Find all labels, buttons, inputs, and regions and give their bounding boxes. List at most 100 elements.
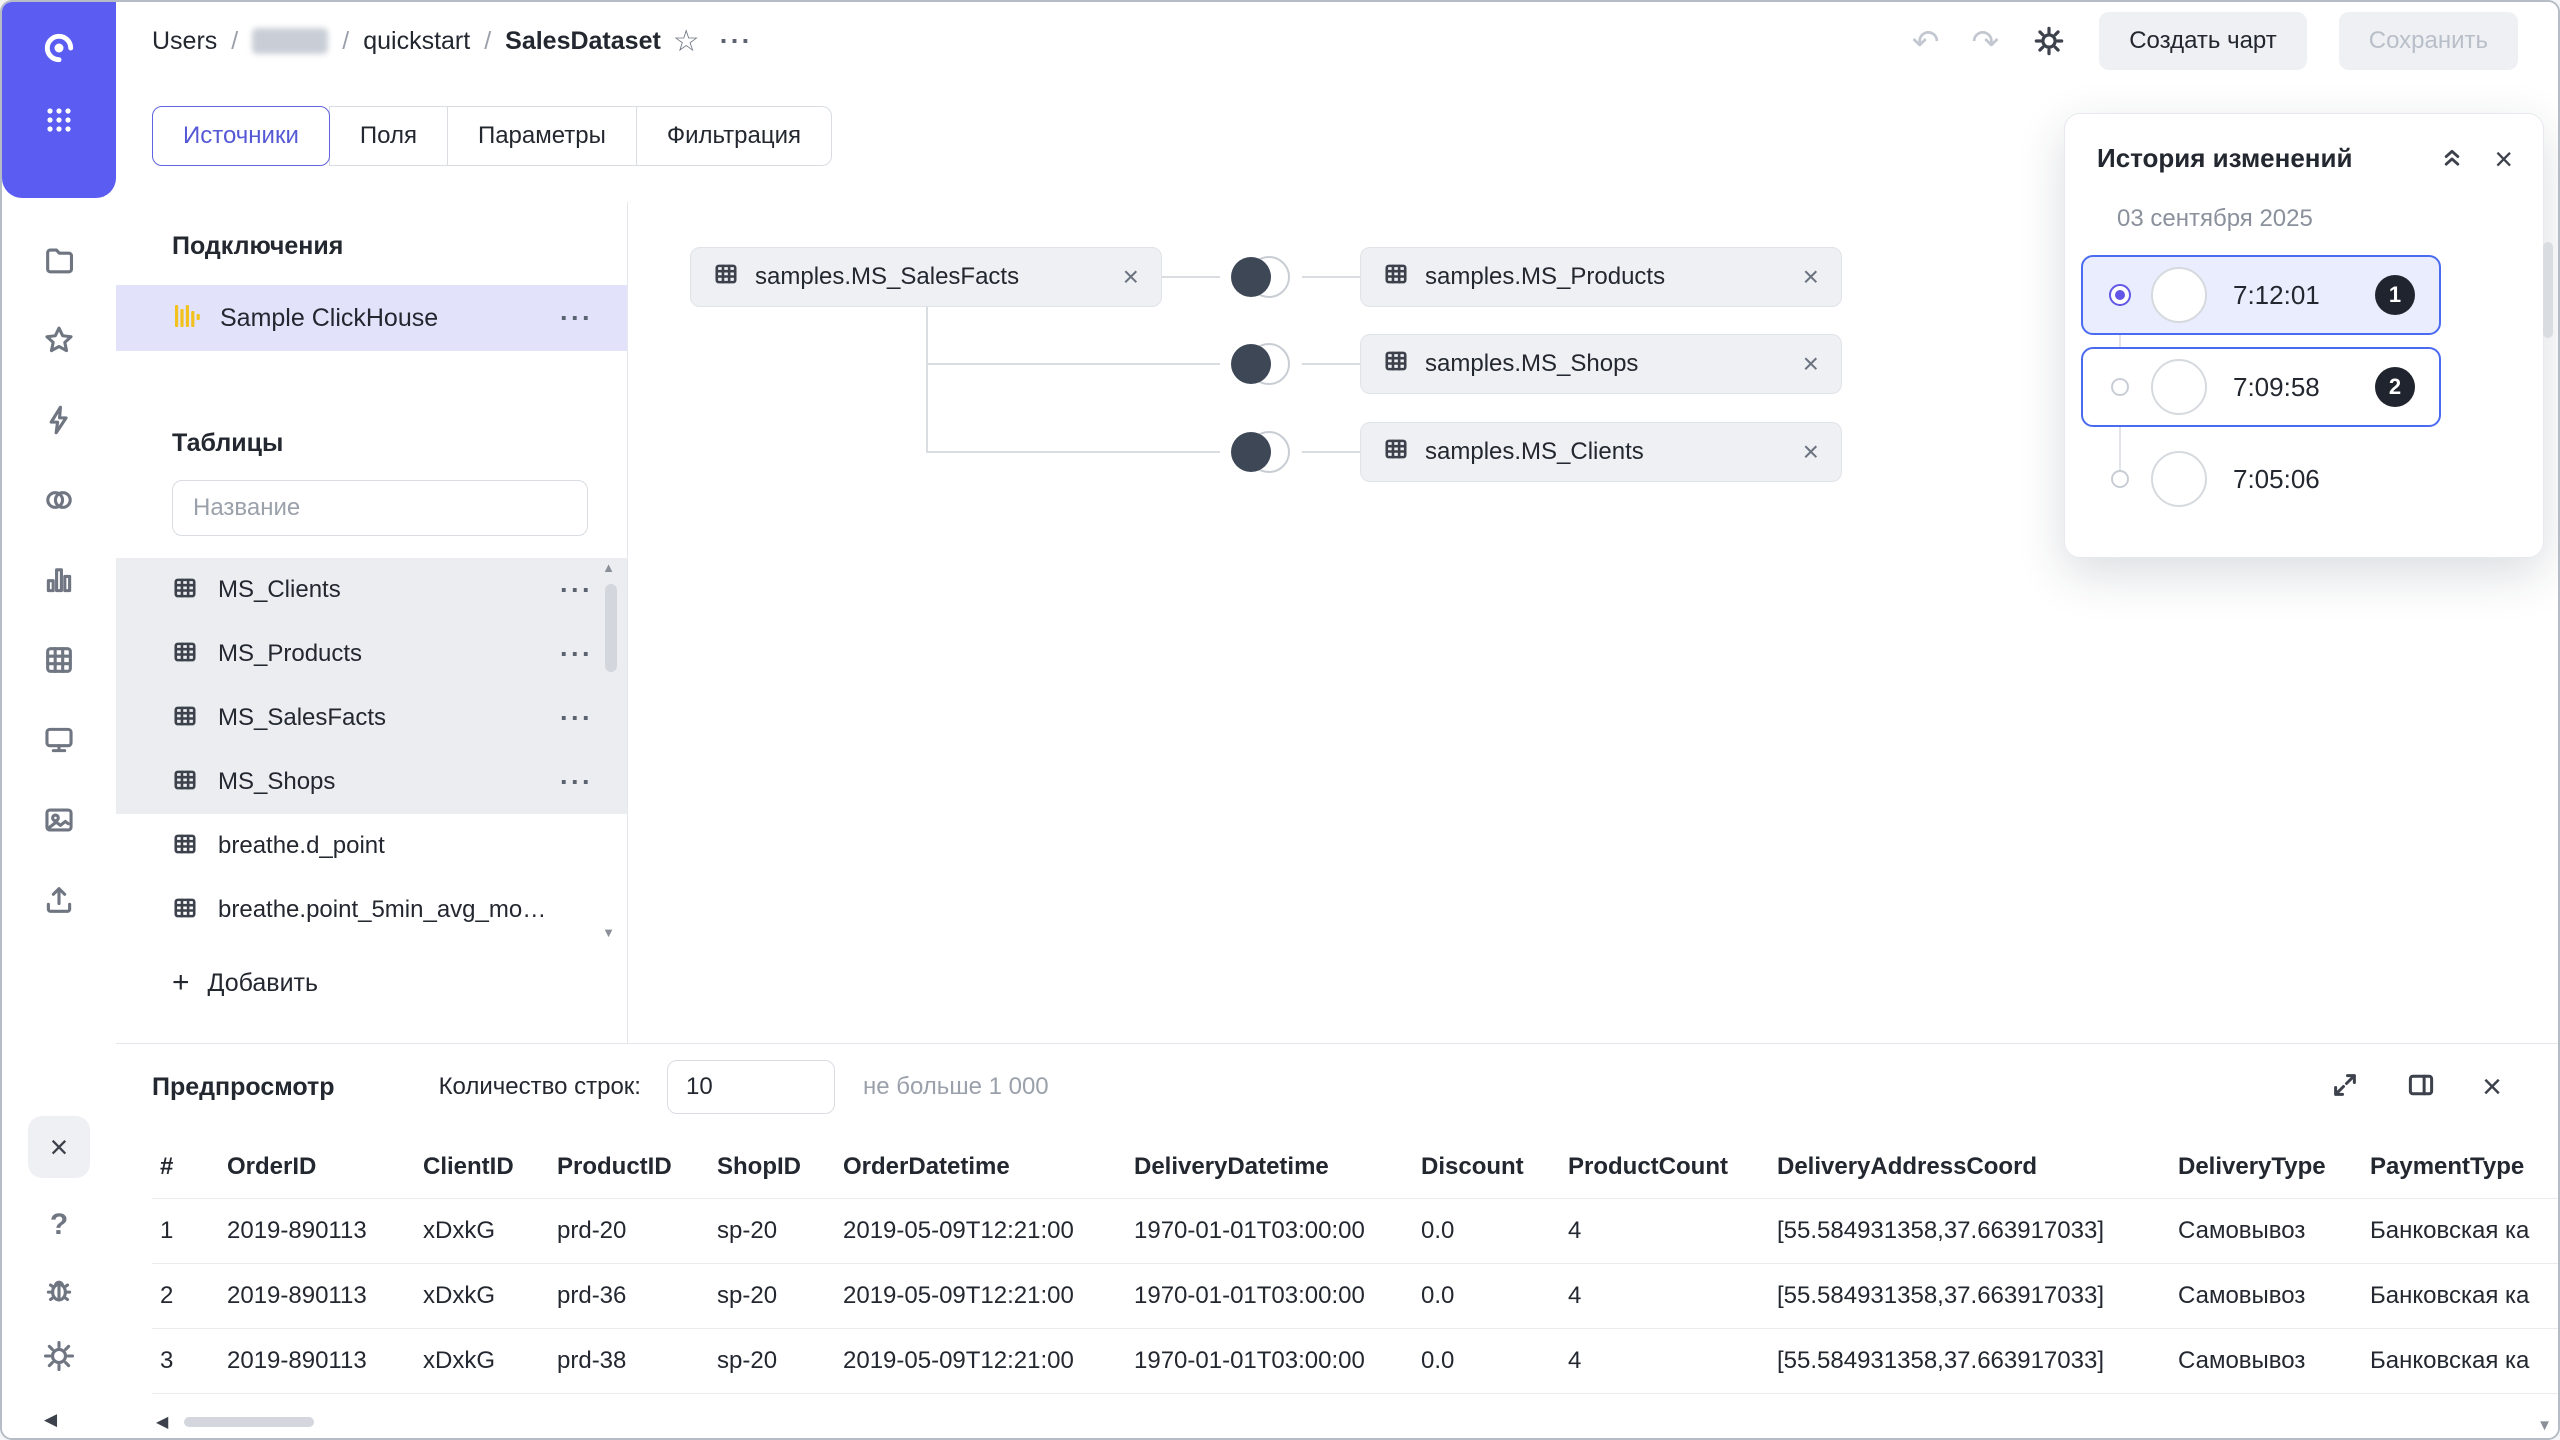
history-close-icon[interactable]: × xyxy=(2494,143,2513,175)
lightning-icon[interactable] xyxy=(41,402,77,438)
col-header[interactable]: ShopID xyxy=(709,1136,835,1199)
expand-icon[interactable] xyxy=(2330,1070,2360,1105)
table-list-item[interactable]: MS_Clients ··· xyxy=(116,558,627,622)
breadcrumb-user-redacted[interactable] xyxy=(252,28,328,54)
remove-table-icon[interactable]: × xyxy=(1803,263,1819,291)
radio-icon[interactable] xyxy=(2111,470,2129,488)
join-connector-line xyxy=(1162,276,1220,278)
row-count-label: Количество строк: xyxy=(439,1073,641,1101)
table-row: 2 2019-890113 xDxkG prd-36 sp-20 2019-05… xyxy=(152,1264,2558,1329)
image-icon[interactable] xyxy=(41,802,77,838)
undo-icon[interactable]: ↶ xyxy=(1912,25,1940,58)
help-icon[interactable]: ? xyxy=(50,1208,68,1242)
col-header[interactable]: PaymentType xyxy=(2362,1136,2558,1199)
left-join-venn-icon[interactable] xyxy=(1214,428,1306,476)
bar-chart-icon[interactable] xyxy=(41,562,77,598)
scroll-down-icon[interactable]: ▼ xyxy=(2537,1417,2552,1434)
save-button[interactable]: Сохранить xyxy=(2339,12,2518,70)
dataset-settings-gear-icon[interactable] xyxy=(2031,23,2067,59)
more-actions-icon[interactable]: ··· xyxy=(720,26,753,57)
table-list-item[interactable]: breathe.point_5min_avg_mos_s… xyxy=(116,878,627,942)
connection-menu-icon[interactable]: ··· xyxy=(560,303,593,334)
add-table-button[interactable]: + Добавить xyxy=(116,968,627,998)
table-menu-icon[interactable]: ··· xyxy=(560,703,593,734)
table-menu-icon[interactable]: ··· xyxy=(560,639,593,670)
col-header[interactable]: OrderDatetime xyxy=(835,1136,1126,1199)
table-menu-icon[interactable]: ··· xyxy=(560,767,593,798)
grid-icon[interactable] xyxy=(41,642,77,678)
collapse-double-chevron-icon[interactable] xyxy=(2438,142,2466,175)
settings-gear-icon[interactable] xyxy=(41,1338,77,1374)
table-menu-icon[interactable]: ··· xyxy=(560,575,593,606)
joined-table-node[interactable]: samples.MS_Clients × xyxy=(1360,422,1842,482)
table-list-item[interactable]: breathe.d_point xyxy=(116,814,627,878)
vertical-scrollbar-thumb[interactable] xyxy=(2543,242,2553,338)
tab-filtering[interactable]: Фильтрация xyxy=(636,106,832,166)
col-header[interactable]: Discount xyxy=(1413,1136,1560,1199)
table-list-item[interactable]: MS_Shops ··· xyxy=(116,750,627,814)
table-icon xyxy=(713,261,739,294)
list-scroll-up-icon[interactable]: ▲ xyxy=(602,560,615,575)
col-header[interactable]: ClientID xyxy=(415,1136,549,1199)
left-join-venn-icon[interactable] xyxy=(1214,253,1306,301)
clickhouse-icon xyxy=(172,302,200,335)
table-list-item[interactable]: MS_Products ··· xyxy=(116,622,627,686)
bug-icon[interactable] xyxy=(41,1272,77,1308)
joined-table-node[interactable]: samples.MS_Products × xyxy=(1360,247,1842,307)
tab-fields[interactable]: Поля xyxy=(329,106,448,166)
table-search-input[interactable] xyxy=(172,480,588,536)
col-header[interactable]: # xyxy=(152,1136,219,1199)
breadcrumb-users[interactable]: Users xyxy=(152,27,217,56)
col-header[interactable]: DeliveryDatetime xyxy=(1126,1136,1413,1199)
revision-badge: 1 xyxy=(2375,275,2415,315)
monitor-icon[interactable] xyxy=(41,722,77,758)
folder-icon[interactable] xyxy=(41,242,77,278)
table-icon xyxy=(1383,436,1409,469)
radio-icon[interactable] xyxy=(2111,378,2129,396)
list-scrollbar-thumb[interactable] xyxy=(605,584,617,672)
history-time: 7:12:01 xyxy=(2233,280,2320,311)
scroll-left-icon[interactable]: ◀ xyxy=(156,1412,168,1432)
datalens-logo-icon[interactable] xyxy=(41,30,77,66)
tab-parameters[interactable]: Параметры xyxy=(447,106,637,166)
source-table-node[interactable]: samples.MS_SalesFacts × xyxy=(690,247,1162,307)
history-panel: История изменений × 03 сентября 2025 7:1… xyxy=(2064,113,2544,558)
create-chart-button[interactable]: Создать чарт xyxy=(2099,12,2307,70)
tab-sources[interactable]: Источники xyxy=(152,106,330,166)
joined-table-node[interactable]: samples.MS_Shops × xyxy=(1360,334,1842,394)
table-row: 1 2019-890113 xDxkG prd-20 sp-20 2019-05… xyxy=(152,1199,2558,1264)
left-join-venn-icon[interactable] xyxy=(1214,340,1306,388)
row-count-input[interactable] xyxy=(667,1060,835,1114)
breadcrumb-quickstart[interactable]: quickstart xyxy=(363,27,470,56)
rings-icon[interactable] xyxy=(41,482,77,518)
redo-icon[interactable]: ↷ xyxy=(1972,25,2000,58)
preview-close-icon[interactable]: × xyxy=(2482,1070,2502,1104)
col-header[interactable]: ProductCount xyxy=(1560,1136,1769,1199)
side-panel-layout-icon[interactable] xyxy=(2406,1070,2436,1105)
col-header[interactable]: OrderID xyxy=(219,1136,415,1199)
close-icon[interactable]: × xyxy=(28,1116,90,1178)
connection-item[interactable]: Sample ClickHouse ··· xyxy=(116,285,627,351)
radio-selected-icon[interactable] xyxy=(2109,284,2131,306)
history-entry[interactable]: 7:09:58 2 xyxy=(2081,347,2441,427)
remove-table-icon[interactable]: × xyxy=(1803,350,1819,378)
remove-table-icon[interactable]: × xyxy=(1803,438,1819,466)
upload-icon[interactable] xyxy=(41,882,77,918)
table-icon xyxy=(1383,261,1409,294)
remove-table-icon[interactable]: × xyxy=(1123,263,1139,291)
history-header: История изменений × xyxy=(2065,114,2543,175)
history-entry[interactable]: 7:05:06 xyxy=(2081,439,2441,519)
star-icon[interactable] xyxy=(41,322,77,358)
col-header[interactable]: ProductID xyxy=(549,1136,709,1199)
favorite-star-icon[interactable]: ☆ xyxy=(673,24,700,59)
col-header[interactable]: DeliveryAddressCoord xyxy=(1769,1136,2170,1199)
col-header[interactable]: DeliveryType xyxy=(2170,1136,2362,1199)
table-list-item[interactable]: MS_SalesFacts ··· xyxy=(116,686,627,750)
horizontal-scrollbar-thumb[interactable] xyxy=(184,1417,314,1427)
history-entry[interactable]: 7:12:01 1 xyxy=(2081,255,2441,335)
apps-grid-icon[interactable] xyxy=(41,102,77,138)
join-connector-line xyxy=(926,363,1220,365)
collapse-arrow-icon[interactable]: ◀ xyxy=(44,1410,57,1430)
list-scroll-down-icon[interactable]: ▼ xyxy=(602,925,615,940)
breadcrumb-separator: / xyxy=(231,27,238,56)
